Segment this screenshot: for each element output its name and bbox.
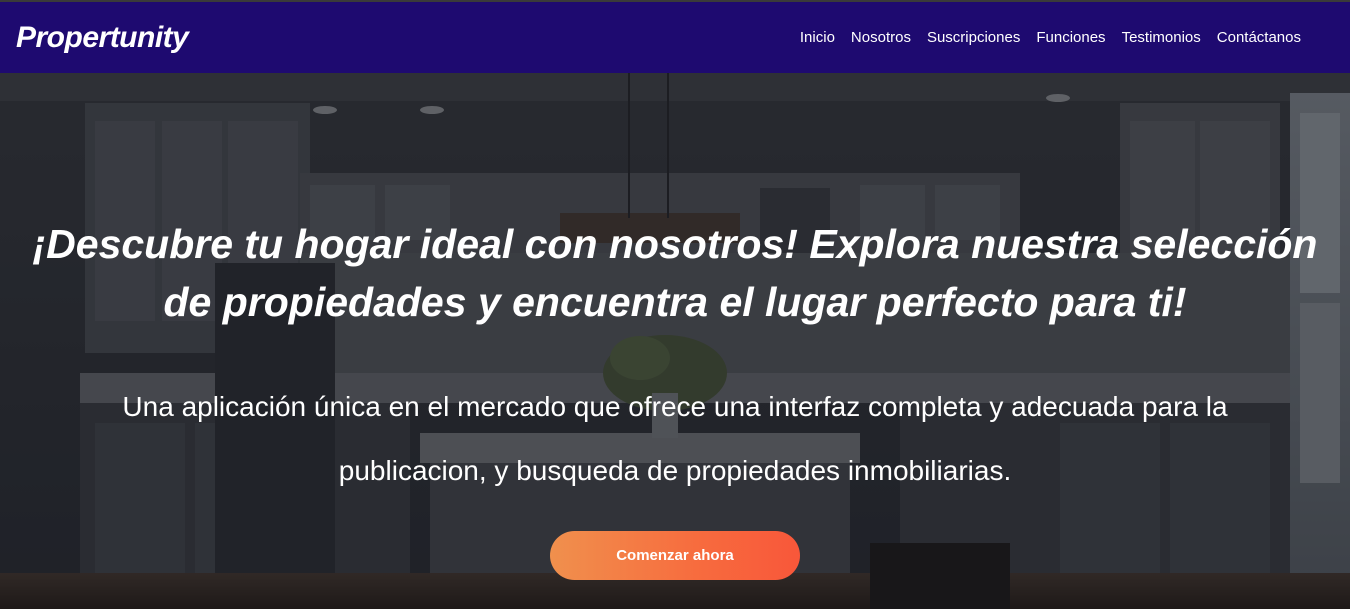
nav-link-testimonios[interactable]: Testimonios xyxy=(1122,29,1201,46)
nav-link-contactanos[interactable]: Contáctanos xyxy=(1217,29,1301,46)
nav-menu: Inicio Nosotros Suscripciones Funciones … xyxy=(800,29,1301,46)
nav-link-nosotros[interactable]: Nosotros xyxy=(851,29,911,46)
dark-overlay xyxy=(0,73,1350,609)
brand-logo[interactable]: Propertunity xyxy=(16,21,189,55)
hero-section: ¡Descubre tu hogar ideal con nosotros! E… xyxy=(0,73,1350,609)
nav-link-suscripciones[interactable]: Suscripciones xyxy=(927,29,1020,46)
hero-subtitle: Una aplicación única en el mercado que o… xyxy=(122,391,1228,486)
hero-headline: ¡Descubre tu hogar ideal con nosotros! E… xyxy=(32,221,1318,325)
start-now-button[interactable]: Comenzar ahora xyxy=(550,531,800,580)
nav-link-funciones[interactable]: Funciones xyxy=(1036,29,1105,46)
top-navbar: Propertunity Inicio Nosotros Suscripcion… xyxy=(0,0,1350,73)
nav-link-inicio[interactable]: Inicio xyxy=(800,29,835,46)
